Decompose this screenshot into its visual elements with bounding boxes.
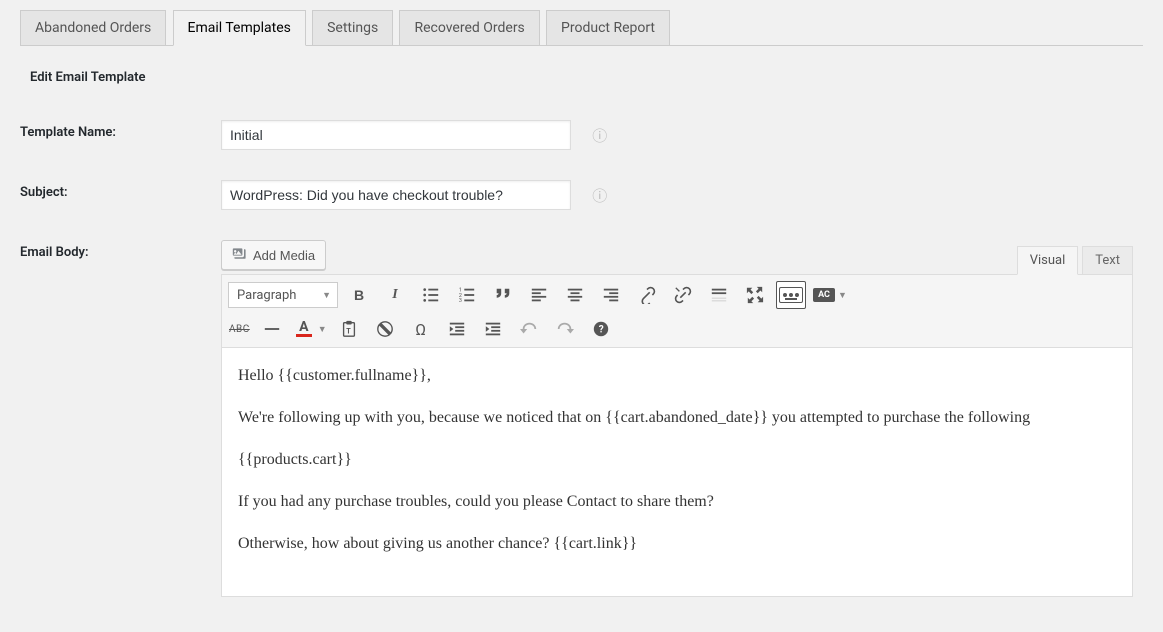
subject-input[interactable] — [221, 180, 571, 210]
keyboard-icon — [779, 287, 803, 303]
italic-button[interactable]: I — [380, 281, 410, 309]
chevron-down-icon: ▼ — [838, 290, 847, 301]
align-center-button[interactable] — [560, 281, 590, 309]
numbered-list-button[interactable]: 123 — [452, 281, 482, 309]
horizontal-rule-button[interactable] — [257, 315, 287, 343]
chevron-down-icon: ▼ — [322, 290, 331, 301]
undo-button[interactable] — [514, 315, 544, 343]
editor-tab-visual[interactable]: Visual — [1017, 246, 1079, 275]
body-paragraph: We're following up with you, because we … — [238, 406, 1116, 430]
label-email-body: Email Body: — [20, 225, 211, 612]
unlink-button[interactable] — [668, 281, 698, 309]
body-paragraph: If you had any purchase troubles, could … — [238, 490, 1116, 514]
shortcode-button[interactable]: AC ▼ — [812, 281, 848, 309]
bullet-list-button[interactable] — [416, 281, 446, 309]
body-paragraph: Otherwise, how about giving us another c… — [238, 532, 1116, 556]
strikethrough-button[interactable]: ABC — [228, 315, 251, 343]
add-media-button[interactable]: Add Media — [221, 240, 326, 270]
format-select[interactable]: Paragraph ▼ — [228, 282, 338, 308]
editor-tab-text[interactable]: Text — [1082, 246, 1133, 275]
indent-button[interactable] — [478, 315, 508, 343]
add-media-label: Add Media — [253, 248, 315, 263]
toolbar-toggle-button[interactable] — [776, 281, 806, 309]
body-paragraph: {{products.cart}} — [238, 448, 1116, 472]
fullscreen-button[interactable] — [740, 281, 770, 309]
tab-product-report[interactable]: Product Report — [546, 10, 670, 45]
align-left-button[interactable] — [524, 281, 554, 309]
tab-recovered-orders[interactable]: Recovered Orders — [399, 10, 539, 45]
svg-text:T: T — [346, 327, 351, 336]
tab-navigation: Abandoned Orders Email Templates Setting… — [20, 10, 1143, 46]
editor: Add Media Visual Text Paragraph ▼ — [221, 240, 1133, 597]
text-color-button[interactable]: A ▼ — [293, 315, 328, 343]
editor-toolbar: Paragraph ▼ B I 123 — [221, 274, 1133, 348]
paste-text-button[interactable]: T — [334, 315, 364, 343]
special-char-button[interactable]: Ω — [406, 315, 436, 343]
chevron-down-icon: ▼ — [318, 324, 327, 335]
insert-more-button[interactable] — [704, 281, 734, 309]
label-subject: Subject: — [20, 165, 211, 225]
help-icon[interactable]: ⓘ — [592, 185, 607, 206]
label-template-name: Template Name: — [20, 105, 211, 165]
tab-settings[interactable]: Settings — [312, 10, 393, 45]
align-right-button[interactable] — [596, 281, 626, 309]
text-color-icon: A — [294, 321, 314, 337]
clear-formatting-button[interactable] — [370, 315, 400, 343]
template-name-input[interactable] — [221, 120, 571, 150]
format-select-label: Paragraph — [237, 288, 296, 303]
help-icon[interactable]: ⓘ — [592, 125, 607, 146]
media-icon — [232, 246, 248, 265]
svg-text:3: 3 — [459, 298, 462, 304]
svg-text:?: ? — [598, 325, 603, 336]
email-body-editor[interactable]: Hello {{customer.fullname}}, We're follo… — [221, 348, 1133, 597]
outdent-button[interactable] — [442, 315, 472, 343]
bold-button[interactable]: B — [344, 281, 374, 309]
tab-abandoned-orders[interactable]: Abandoned Orders — [20, 10, 166, 45]
page-title: Edit Email Template — [30, 70, 1143, 85]
help-button[interactable]: ? — [586, 315, 616, 343]
redo-button[interactable] — [550, 315, 580, 343]
tab-email-templates[interactable]: Email Templates — [173, 10, 306, 46]
ac-badge-icon: AC — [813, 288, 835, 302]
link-button[interactable] — [632, 281, 662, 309]
body-paragraph: Hello {{customer.fullname}}, — [238, 364, 1116, 388]
blockquote-button[interactable] — [488, 281, 518, 309]
